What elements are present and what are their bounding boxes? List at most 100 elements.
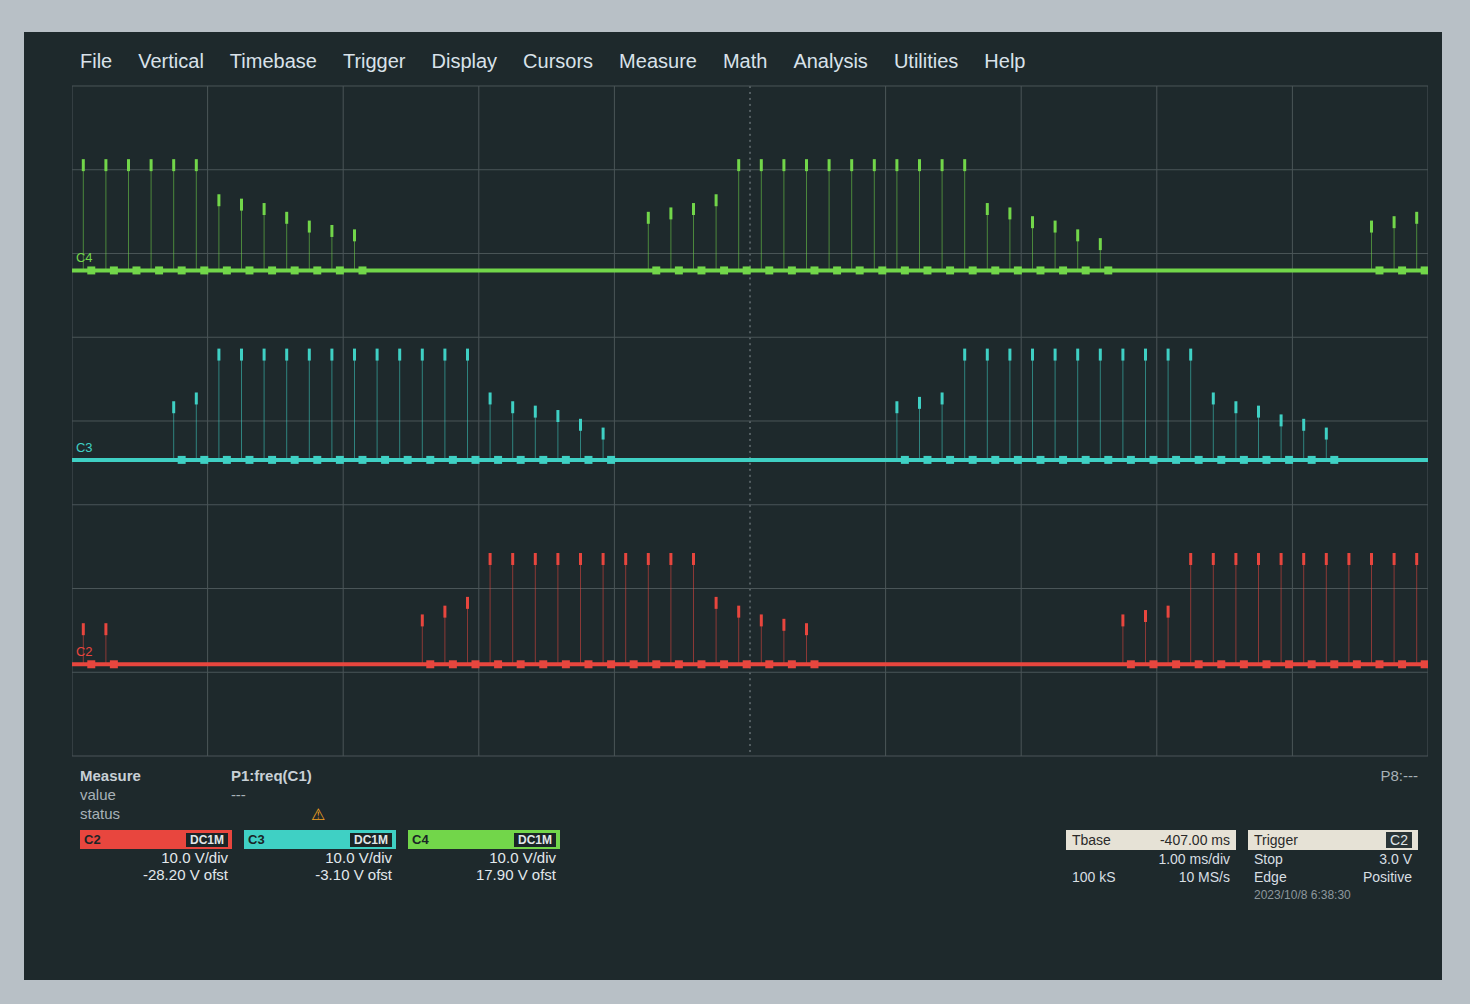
menu-item[interactable]: Timebase	[230, 50, 317, 73]
menu-item[interactable]: Display	[432, 50, 498, 73]
menu-item[interactable]: File	[80, 50, 112, 73]
trace-label: C3	[76, 440, 93, 455]
pulse-top	[737, 606, 740, 618]
pulse-top	[534, 406, 537, 418]
menu-item[interactable]: Help	[984, 50, 1025, 73]
trace-pulse	[1099, 238, 1112, 274]
trace-pulse	[1167, 349, 1180, 464]
pulse-low	[87, 660, 95, 668]
pulse-low	[426, 660, 434, 668]
pulse-edge	[1213, 559, 1214, 664]
pulse-edge	[1371, 559, 1372, 664]
trace-pulse	[330, 349, 343, 464]
trace-pulse	[1076, 229, 1089, 274]
grid-line	[72, 85, 1428, 86]
trace-pulse	[172, 401, 185, 464]
pulse-low	[132, 266, 140, 274]
menu-item[interactable]: Math	[723, 50, 767, 73]
pulse-edge	[1258, 412, 1259, 460]
pulse-low	[1082, 266, 1090, 274]
pulse-low	[358, 456, 366, 464]
pulse-low	[1353, 660, 1361, 668]
menu-item[interactable]: Trigger	[343, 50, 406, 73]
trace-pulse	[308, 349, 321, 464]
pulse-top	[1189, 553, 1192, 565]
pulse-low	[471, 660, 479, 668]
pulse-low	[1240, 456, 1248, 464]
trace: C4	[72, 159, 1428, 274]
trace-pulse	[240, 349, 253, 464]
pulse-top	[1099, 238, 1102, 250]
trace-pulse	[715, 597, 728, 668]
pulse-top	[263, 203, 266, 215]
pulse-top	[534, 553, 537, 565]
pulse-low	[449, 660, 457, 668]
channel-box[interactable]: C4DC1M10.0 V/div17.90 V ofst	[408, 830, 560, 883]
pulse-edge	[467, 603, 468, 664]
pulse-low	[471, 456, 479, 464]
pulse-top	[1302, 553, 1305, 565]
pulse-low	[765, 266, 773, 274]
pulse-edge	[1394, 222, 1395, 270]
pulse-low	[1082, 456, 1090, 464]
trace-pulse	[918, 159, 931, 274]
pulse-low	[991, 266, 999, 274]
grid-line	[72, 253, 1428, 254]
pulse-low	[336, 456, 344, 464]
trace-pulse	[579, 419, 592, 464]
pulse-top	[195, 392, 198, 404]
channel-label: C2	[84, 832, 101, 847]
pulse-edge	[1326, 559, 1327, 664]
menu-item[interactable]: Vertical	[138, 50, 204, 73]
pulse-edge	[761, 165, 762, 270]
pulse-edge	[738, 165, 739, 270]
trace: C2	[72, 553, 1428, 668]
grid-line	[72, 169, 1428, 170]
menu-item[interactable]: Utilities	[894, 50, 958, 73]
pulse-low	[223, 456, 231, 464]
waveform-plot: C4 C3 C2	[68, 85, 1428, 757]
pulse-edge	[942, 398, 943, 459]
trace-pulse	[1234, 401, 1247, 464]
pulse-top	[669, 207, 672, 219]
pulse-edge	[309, 227, 310, 271]
menu-item[interactable]: Cursors	[523, 50, 593, 73]
trace-pulse	[782, 159, 795, 274]
pulse-low	[788, 266, 796, 274]
trace-pulse	[511, 553, 524, 668]
pulse-edge	[173, 165, 174, 270]
menu-item[interactable]: Measure	[619, 50, 697, 73]
trace-label: C2	[76, 644, 93, 659]
channel-box[interactable]: C3DC1M10.0 V/div-3.10 V ofst	[244, 830, 396, 883]
pulse-low	[268, 456, 276, 464]
pulse-edge	[399, 355, 400, 460]
pulse-edge	[625, 559, 626, 664]
pulse-edge	[535, 412, 536, 460]
grid-line	[72, 672, 1428, 673]
pulse-top	[1370, 221, 1373, 233]
channel-offset: 17.90 V ofst	[408, 866, 560, 883]
pulse-low	[268, 266, 276, 274]
pulse-edge	[422, 355, 423, 460]
info-row: C2DC1M10.0 V/div-28.20 V ofstC3DC1M10.0 …	[80, 830, 1418, 904]
pulse-top	[466, 597, 469, 609]
pulse-edge	[512, 559, 513, 664]
measure-param[interactable]: P1:freq(C1)---⚠	[231, 767, 325, 824]
menu-item[interactable]: Analysis	[793, 50, 867, 73]
trace-pulse	[963, 349, 976, 464]
pulse-low	[110, 660, 118, 668]
pulse-top	[330, 225, 333, 237]
pulse-edge	[535, 559, 536, 664]
trace-pulse	[353, 229, 366, 274]
trigger-mode: Stop	[1254, 851, 1283, 867]
measure-row-label: status	[80, 805, 141, 822]
channel-box[interactable]: C2DC1M10.0 V/div-28.20 V ofst	[80, 830, 232, 883]
pulse-top	[782, 619, 785, 631]
trigger-box[interactable]: TriggerC2Stop3.0 VEdgePositive2023/10/8 …	[1248, 830, 1418, 904]
pulse-edge	[512, 407, 513, 460]
trace-pulse	[1189, 349, 1202, 464]
pulse-top	[556, 553, 559, 565]
pulse-top	[715, 194, 718, 206]
timebase-box[interactable]: Tbase-407.00 ms1.00 ms/div100 kS10 MS/s	[1066, 830, 1236, 886]
pulse-low	[381, 456, 389, 464]
